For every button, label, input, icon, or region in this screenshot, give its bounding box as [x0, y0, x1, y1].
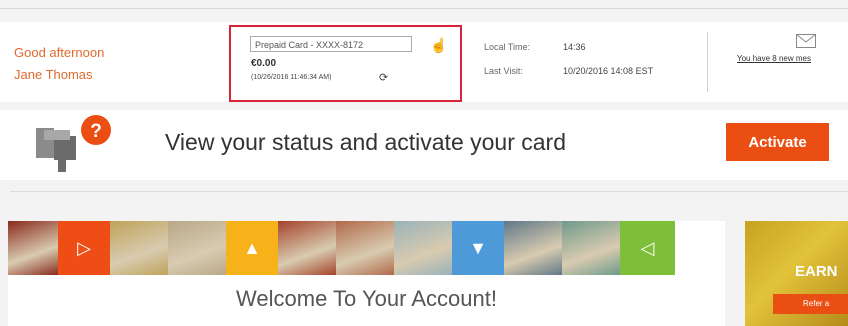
strip-photo	[110, 221, 168, 275]
help-glyph: ?	[90, 121, 102, 142]
refer-button[interactable]: Refer a	[773, 294, 848, 314]
strip-photo	[168, 221, 226, 275]
activation-banner: ? View your status and activate your car…	[0, 110, 848, 180]
welcome-title: Welcome To Your Account!	[236, 286, 497, 311]
card-selector[interactable]: Prepaid Card - XXXX-8172	[250, 36, 412, 52]
earn-text: EARN	[795, 263, 838, 280]
local-time-label: Local Time:	[484, 42, 531, 52]
messages-link[interactable]: You have 8 new mes	[737, 54, 811, 63]
last-visit-value: 10/20/2016 14:08 EST	[563, 66, 654, 76]
greeting-text: Good afternoon	[14, 45, 105, 60]
strip-arrow-icon[interactable]: ▼	[452, 221, 504, 275]
strip-arrow-icon[interactable]: ◁	[620, 221, 675, 275]
account-header: Good afternoon Jane Thomas Prepaid Card …	[0, 22, 848, 102]
strip-photo	[336, 221, 394, 275]
strip-photo	[278, 221, 336, 275]
balance-timestamp: (10/26/2016 11:46:34 AM)	[251, 74, 332, 81]
user-name: Jane Thomas	[14, 67, 93, 82]
section-divider	[10, 191, 848, 192]
strip-photo	[562, 221, 620, 275]
header-separator	[707, 32, 708, 92]
strip-arrow-icon[interactable]: ▲	[226, 221, 278, 275]
greeting-block: Good afternoon Jane Thomas	[14, 42, 104, 86]
envelope-icon[interactable]	[796, 34, 816, 48]
strip-photo	[394, 221, 452, 275]
image-strip: ▷ ▲ ▼ ◁	[8, 221, 725, 275]
earn-promo[interactable]: EARN Refer a	[745, 221, 848, 326]
pointer-cursor-icon: ☝	[430, 37, 448, 53]
top-divider	[0, 8, 848, 9]
banner-text: View your status and activate your card	[165, 129, 567, 155]
welcome-panel: ▷ ▲ ▼ ◁ Welcome To Your Account!	[8, 221, 725, 326]
last-visit-label: Last Visit:	[484, 66, 523, 76]
strip-photo	[504, 221, 562, 275]
mailbox-question-icon: ?	[36, 115, 111, 172]
card-balance: €0.00	[251, 58, 277, 69]
refresh-icon[interactable]: ⟳	[379, 71, 388, 84]
local-time-value: 14:36	[563, 42, 586, 52]
strip-photo	[8, 221, 58, 275]
card-summary: Prepaid Card - XXXX-8172 ☝ €0.00 (10/26/…	[229, 25, 462, 102]
activate-button[interactable]: Activate	[726, 123, 829, 161]
strip-arrow-icon[interactable]: ▷	[58, 221, 110, 275]
